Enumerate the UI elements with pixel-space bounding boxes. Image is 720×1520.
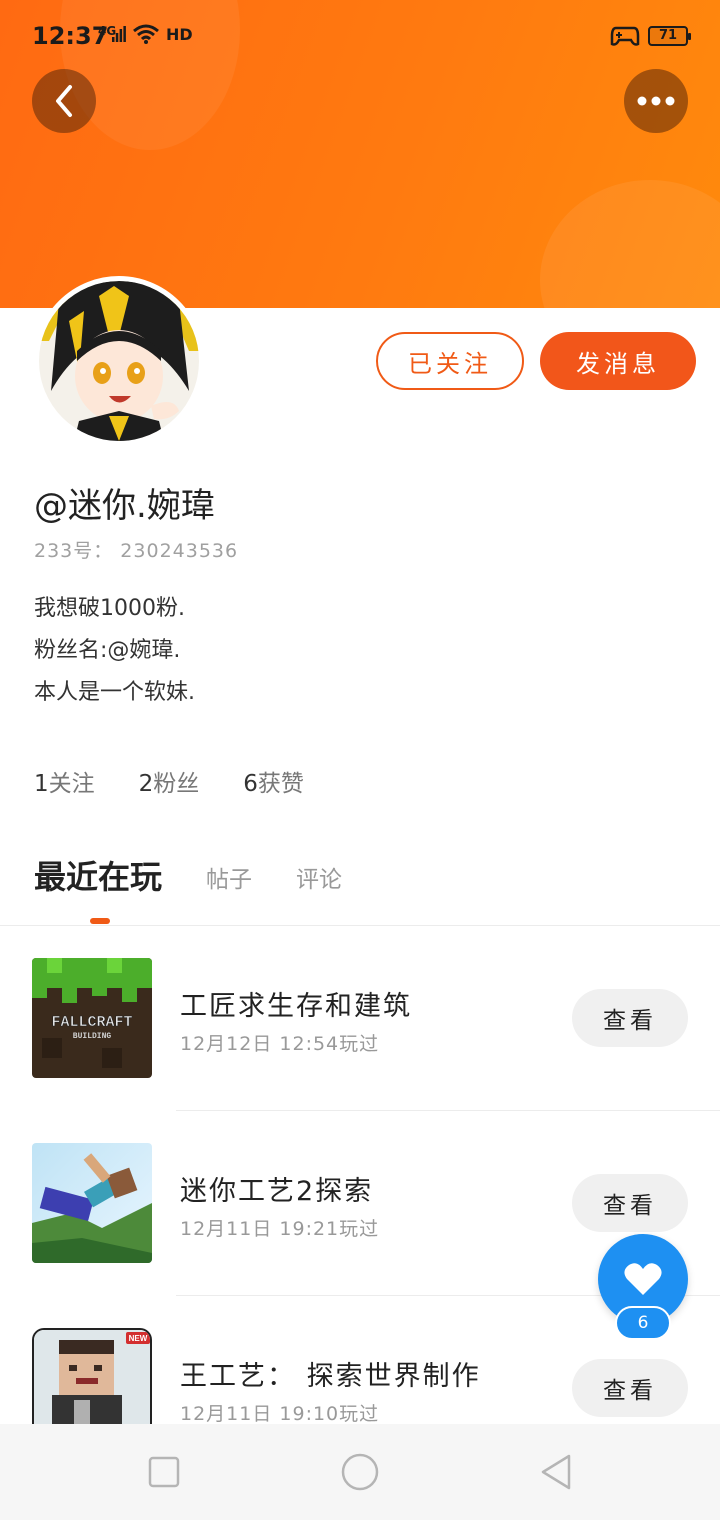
home-button[interactable] xyxy=(340,1452,380,1492)
bio-line: 本人是一个软妹. xyxy=(34,680,195,705)
tab-recently-played[interactable]: 最近在玩 xyxy=(34,852,162,898)
battery-indicator: 71 xyxy=(648,26,691,46)
chevron-left-icon xyxy=(56,85,72,117)
bio-line: 我想破1000粉. xyxy=(34,596,185,621)
last-played-time: 12月11日 19:10玩过 xyxy=(180,1403,380,1424)
game-thumbnail: FALLCRAFT BUILDING xyxy=(32,958,152,1078)
following-button[interactable]: 已关注 xyxy=(376,332,524,390)
more-dots-icon xyxy=(637,96,675,106)
game-title: 迷你工艺2探索 xyxy=(180,1176,374,1207)
username: @迷你.婉瑋 xyxy=(34,486,215,526)
tab-comments[interactable]: 评论 xyxy=(296,860,342,898)
game-list-item[interactable]: NEW 王工艺： 探索世界制作 12月11日 19:10玩过 查看 xyxy=(0,1296,720,1424)
profile-tabs: 最近在玩 帖子 评论 xyxy=(34,852,342,898)
stat-label: 关注 xyxy=(48,771,95,797)
tab-posts[interactable]: 帖子 xyxy=(206,860,252,898)
view-button[interactable]: 查看 xyxy=(572,989,688,1047)
view-button[interactable]: 查看 xyxy=(572,1174,688,1232)
game-title: 王工艺： 探索世界制作 xyxy=(180,1361,481,1392)
send-message-button[interactable]: 发消息 xyxy=(540,332,696,390)
new-badge: NEW xyxy=(129,1334,148,1343)
last-played-time: 12月12日 12:54玩过 xyxy=(180,1033,380,1055)
status-bar: 12:37 4G HD 71 xyxy=(0,18,720,58)
status-icons: HD xyxy=(112,24,193,44)
user-id: 233号： 230243536 xyxy=(34,540,239,562)
square-icon xyxy=(148,1456,180,1488)
stat-num: 1 xyxy=(34,771,49,797)
avatar[interactable] xyxy=(34,276,204,446)
minicraft-thumbnail xyxy=(32,1143,152,1263)
gamepad-icon xyxy=(610,26,640,46)
game-list-item[interactable]: FALLCRAFT BUILDING 工匠求生存和建筑 12月12日 12:54… xyxy=(0,926,720,1111)
view-button[interactable]: 查看 xyxy=(572,1359,688,1417)
profile-stats: 1关注 2粉丝 6获赞 xyxy=(34,764,304,798)
heart-icon xyxy=(624,1263,662,1295)
game-thumbnail: NEW xyxy=(32,1328,152,1424)
bio-line: 粉丝名:@婉瑋. xyxy=(34,638,181,663)
banner-decoration xyxy=(540,180,720,308)
status-time: 12:37 xyxy=(32,22,109,50)
back-button[interactable] xyxy=(32,69,96,133)
stat-likes[interactable]: 6获赞 xyxy=(243,764,304,798)
stat-num: 2 xyxy=(138,771,154,797)
game-thumbnail xyxy=(32,1143,152,1263)
stat-num: 6 xyxy=(243,771,258,797)
hd-indicator: HD xyxy=(166,24,193,44)
more-button[interactable] xyxy=(624,69,688,133)
bio: 我想破1000粉. 粉丝名:@婉瑋. 本人是一个软妹. xyxy=(34,588,195,714)
profile-banner: 12:37 4G HD 71 xyxy=(0,0,720,308)
back-nav-button[interactable] xyxy=(536,1452,576,1492)
last-played-time: 12月11日 19:21玩过 xyxy=(180,1218,380,1240)
game-title: 工匠求生存和建筑 xyxy=(180,991,412,1022)
thumb-title: FALLCRAFT xyxy=(51,1014,132,1031)
stat-following[interactable]: 1关注 xyxy=(34,764,95,798)
kingcraft-thumbnail: NEW xyxy=(34,1330,150,1424)
stat-label: 粉丝 xyxy=(153,771,200,797)
stat-label: 获赞 xyxy=(257,771,304,797)
circle-icon xyxy=(341,1453,379,1491)
thumb-subtitle: BUILDING xyxy=(73,1032,112,1041)
signal-icon xyxy=(112,26,126,42)
avatar-image xyxy=(39,281,199,441)
recent-apps-button[interactable] xyxy=(144,1452,184,1492)
fallcraft-thumbnail: FALLCRAFT BUILDING xyxy=(32,958,152,1078)
wifi-icon xyxy=(133,24,159,44)
system-navigation-bar xyxy=(0,1424,720,1520)
tab-indicator xyxy=(90,918,110,924)
stat-followers[interactable]: 2粉丝 xyxy=(139,764,200,798)
like-count: 6 xyxy=(615,1306,671,1340)
triangle-back-icon xyxy=(541,1454,571,1490)
